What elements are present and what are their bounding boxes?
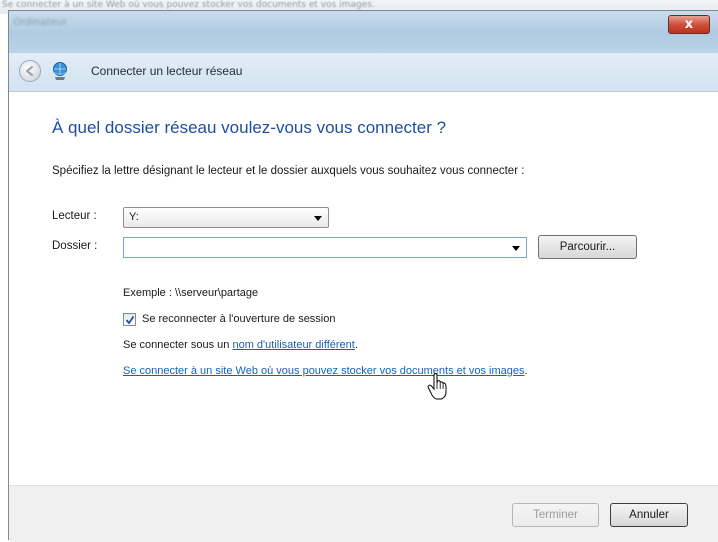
- cancel-button[interactable]: Annuler: [610, 503, 688, 527]
- back-button[interactable]: [19, 60, 41, 82]
- folder-combobox[interactable]: [123, 237, 527, 258]
- map-network-drive-dialog: Ordinateur x Connecter un lecteur réseau…: [8, 10, 718, 542]
- connect-as-line: Se connecter sous un nom d'utilisateur d…: [123, 339, 358, 351]
- folder-input[interactable]: [126, 239, 500, 258]
- checkmark-icon: [125, 315, 135, 325]
- page-heading: À quel dossier réseau voulez-vous vous c…: [52, 118, 447, 137]
- different-user-link[interactable]: nom d'utilisateur différent: [232, 339, 354, 351]
- chevron-down-icon[interactable]: [512, 246, 520, 251]
- window-title: Connecter un lecteur réseau: [91, 64, 243, 78]
- website-line: Se connecter à un site Web où vous pouve…: [123, 365, 528, 377]
- dialog-content: À quel dossier réseau voulez-vous vous c…: [9, 92, 718, 485]
- titlebar: Ordinateur x: [9, 11, 718, 54]
- connect-as-suffix: .: [354, 339, 358, 351]
- drive-label: Lecteur :: [52, 210, 97, 222]
- website-suffix: .: [524, 365, 528, 377]
- dialog-footer: Terminer Annuler: [9, 485, 718, 542]
- close-icon: x: [684, 17, 694, 32]
- connect-as-prefix: Se connecter sous un: [123, 339, 233, 351]
- browse-button[interactable]: Parcourir...: [538, 235, 637, 259]
- chevron-down-icon: [314, 216, 322, 221]
- back-arrow-icon: [25, 65, 34, 77]
- reconnect-checkbox[interactable]: [123, 313, 136, 326]
- titlebar-blurred-text: Ordinateur: [13, 17, 67, 28]
- finish-button[interactable]: Terminer: [512, 503, 599, 527]
- folder-label: Dossier :: [52, 240, 98, 252]
- reconnect-label[interactable]: Se reconnecter à l'ouverture de session: [142, 313, 336, 325]
- drive-value: Y:: [129, 211, 139, 223]
- close-button[interactable]: x: [668, 15, 710, 34]
- instruction-text: Spécifiez la lettre désignant le lecteur…: [52, 165, 525, 177]
- drive-select[interactable]: Y:: [123, 207, 329, 228]
- hand-cursor-icon: [427, 373, 447, 400]
- network-drive-icon: [53, 62, 67, 80]
- website-link[interactable]: Se connecter à un site Web où vous pouve…: [123, 365, 525, 377]
- example-text: Exemple : \\serveur\partage: [123, 287, 259, 299]
- background-blurred-text: Se connecter à un site Web où vous pouve…: [2, 0, 375, 10]
- navigation-bar: Connecter un lecteur réseau: [9, 53, 718, 92]
